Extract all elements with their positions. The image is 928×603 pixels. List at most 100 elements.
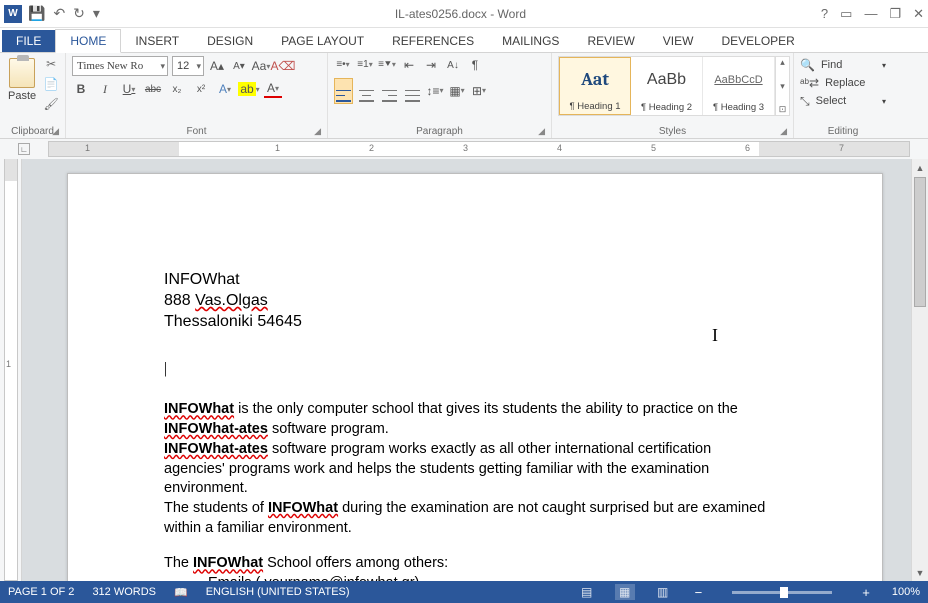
- status-words[interactable]: 312 WORDS: [92, 586, 156, 598]
- web-layout-icon[interactable]: ▥: [653, 584, 673, 600]
- paragraph-launcher-icon[interactable]: ◢: [538, 126, 545, 137]
- group-label-editing: Editing: [800, 124, 886, 138]
- bold-icon[interactable]: B: [72, 80, 90, 98]
- tab-view[interactable]: VIEW: [649, 30, 708, 52]
- copy-icon[interactable]: 📄: [42, 76, 60, 92]
- undo-icon[interactable]: ↶: [53, 5, 65, 22]
- align-right-icon[interactable]: [380, 78, 399, 104]
- body-paragraph-3: The students of INFOWhat during the exam…: [164, 499, 767, 538]
- style-heading-2[interactable]: AaBb ¶ Heading 2: [631, 57, 703, 115]
- font-color-icon[interactable]: A: [264, 80, 282, 98]
- save-icon[interactable]: 💾: [28, 5, 45, 22]
- ribbon-display-icon[interactable]: ▭: [840, 6, 852, 22]
- borders-icon[interactable]: ⊞: [470, 82, 488, 100]
- redo-icon[interactable]: ↻: [73, 5, 85, 22]
- title-bar: W 💾 ↶ ↻ ▾ IL-ates0256.docx - Word ? ▭ — …: [0, 0, 928, 28]
- align-left-icon[interactable]: [334, 78, 353, 104]
- style-more-icon[interactable]: ⊡: [776, 104, 789, 115]
- grow-font-icon[interactable]: A▴: [208, 57, 226, 75]
- status-proof-icon[interactable]: 📖: [174, 586, 188, 599]
- help-icon[interactable]: ?: [821, 6, 828, 21]
- text-cursor: |: [164, 360, 767, 378]
- align-center-icon[interactable]: [357, 78, 376, 104]
- horizontal-ruler[interactable]: 1 1 2 3 4 5 6 7: [48, 141, 910, 157]
- replace-icon: ᵃᵇ⇄: [800, 76, 819, 90]
- print-layout-icon[interactable]: ▦: [615, 584, 635, 600]
- underline-icon[interactable]: U: [120, 80, 138, 98]
- tab-design[interactable]: DESIGN: [193, 30, 267, 52]
- text-effects-icon[interactable]: A: [216, 80, 234, 98]
- read-mode-icon[interactable]: ▤: [577, 584, 597, 600]
- tab-developer[interactable]: DEVELOPER: [707, 30, 808, 52]
- multilevel-icon[interactable]: ≡⯆: [378, 56, 396, 74]
- group-label-clipboard: Clipboard◢: [6, 124, 59, 138]
- tab-page-layout[interactable]: PAGE LAYOUT: [267, 30, 378, 52]
- zoom-slider[interactable]: [732, 591, 832, 594]
- font-size-combo[interactable]: 12: [172, 56, 204, 76]
- change-case-icon[interactable]: Aa: [252, 57, 270, 75]
- font-launcher-icon[interactable]: ◢: [314, 126, 321, 137]
- ruler-tick: 3: [463, 143, 468, 153]
- scroll-up-icon[interactable]: ▲: [912, 159, 928, 176]
- page[interactable]: INFOWhat 888 Vas.Olgas Thessaloniki 5464…: [67, 173, 883, 581]
- find-button[interactable]: 🔍Find▾: [800, 56, 886, 74]
- replace-button[interactable]: ᵃᵇ⇄Replace: [800, 74, 886, 92]
- numbering-icon[interactable]: ≡1: [356, 56, 374, 74]
- clear-formatting-icon[interactable]: A⌫: [274, 57, 292, 75]
- close-icon[interactable]: ✕: [913, 6, 924, 22]
- subscript-icon[interactable]: x₂: [168, 80, 186, 98]
- document-area: 1 INFOWhat 888 Vas.Olgas Thessaloniki 54…: [0, 159, 928, 581]
- tab-selector-icon[interactable]: ∟: [18, 143, 30, 155]
- tab-review[interactable]: REVIEW: [573, 30, 648, 52]
- horizontal-ruler-row: ∟ 1 1 2 3 4 5 6 7: [0, 139, 928, 159]
- line-spacing-icon[interactable]: ↕≡: [426, 82, 444, 100]
- align-justify-icon[interactable]: [403, 78, 422, 104]
- tab-home[interactable]: HOME: [55, 29, 121, 53]
- font-name-combo[interactable]: Times New Ro: [72, 56, 168, 76]
- paste-button[interactable]: Paste: [6, 56, 38, 104]
- styles-launcher-icon[interactable]: ◢: [780, 126, 787, 137]
- group-label-paragraph: Paragraph◢: [334, 124, 545, 138]
- decrease-indent-icon[interactable]: ⇤: [400, 56, 418, 74]
- format-painter-icon[interactable]: 🖌: [42, 96, 60, 112]
- clipboard-launcher-icon[interactable]: ◢: [52, 126, 59, 137]
- zoom-knob[interactable]: [780, 587, 788, 598]
- strikethrough-icon[interactable]: abc: [144, 80, 162, 98]
- vertical-scrollbar[interactable]: ▲ ▼: [911, 159, 928, 581]
- scroll-thumb[interactable]: [914, 177, 926, 307]
- shading-icon[interactable]: ▦: [448, 82, 466, 100]
- tab-mailings[interactable]: MAILINGS: [488, 30, 573, 52]
- increase-indent-icon[interactable]: ⇥: [422, 56, 440, 74]
- qat-customize-icon[interactable]: ▾: [93, 5, 100, 22]
- style-down-icon[interactable]: ▾: [776, 81, 789, 92]
- address-line-1: INFOWhat: [164, 270, 767, 291]
- superscript-icon[interactable]: x²: [192, 80, 210, 98]
- minimize-icon[interactable]: —: [864, 6, 877, 21]
- style-preview: Aat: [560, 58, 630, 101]
- highlight-icon[interactable]: ab: [240, 80, 258, 98]
- style-heading-3[interactable]: AaBbCcD ¶ Heading 3: [703, 57, 775, 115]
- sort-icon[interactable]: A↓: [444, 56, 462, 74]
- status-page[interactable]: PAGE 1 OF 2: [8, 586, 74, 598]
- scroll-down-icon[interactable]: ▼: [912, 564, 928, 581]
- tab-file[interactable]: FILE: [2, 30, 55, 52]
- style-heading-1[interactable]: Aat ¶ Heading 1: [559, 57, 631, 115]
- zoom-out-icon[interactable]: −: [691, 585, 707, 600]
- italic-icon[interactable]: I: [96, 80, 114, 98]
- restore-icon[interactable]: ❐: [889, 6, 901, 22]
- status-language[interactable]: ENGLISH (UNITED STATES): [206, 586, 350, 598]
- select-button[interactable]: ⤡Select▾: [800, 92, 886, 110]
- zoom-in-icon[interactable]: +: [858, 585, 874, 600]
- ruler-tick: 7: [839, 143, 844, 153]
- cut-icon[interactable]: ✂: [42, 56, 60, 72]
- ribbon: Paste ✂ 📄 🖌 Clipboard◢ Times New Ro 12 A…: [0, 53, 928, 139]
- vertical-ruler[interactable]: 1: [0, 159, 22, 581]
- style-gallery: Aat ¶ Heading 1 AaBb ¶ Heading 2 AaBbCcD…: [558, 56, 790, 116]
- show-marks-icon[interactable]: ¶: [466, 56, 484, 74]
- style-up-icon[interactable]: ▴: [776, 57, 789, 68]
- zoom-level[interactable]: 100%: [892, 586, 920, 598]
- tab-insert[interactable]: INSERT: [121, 30, 193, 52]
- tab-references[interactable]: REFERENCES: [378, 30, 488, 52]
- shrink-font-icon[interactable]: A▾: [230, 57, 248, 75]
- bullets-icon[interactable]: ≡•: [334, 56, 352, 74]
